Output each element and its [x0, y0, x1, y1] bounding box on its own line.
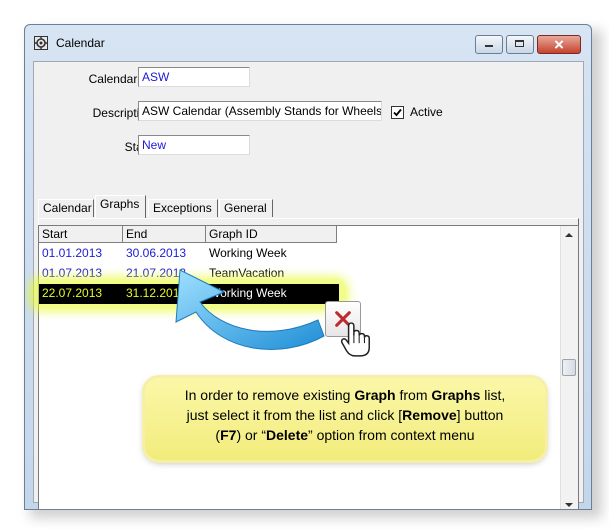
close-button[interactable]: [537, 35, 581, 54]
vertical-scrollbar[interactable]: [560, 226, 578, 509]
callout-bold-text: Graph: [354, 387, 396, 403]
maximize-icon: [515, 40, 524, 47]
minimize-icon: [485, 45, 493, 47]
graphs-grid[interactable]: Start End Graph ID 01.01.2013 30.06.2013…: [33, 225, 579, 509]
tab-general[interactable]: General: [219, 199, 273, 217]
instruction-callout: In order to remove existing Graph from G…: [145, 378, 545, 460]
callout-text: just select it from the list and click [: [186, 407, 403, 423]
column-header-graph-id[interactable]: Graph ID: [206, 226, 337, 243]
callout-line-1: In order to remove existing Graph from G…: [145, 385, 545, 405]
callout-bold-text: Delete: [266, 427, 309, 443]
tab-graphs[interactable]: Graphs: [95, 195, 146, 219]
cell-start: 22.07.2013: [42, 286, 103, 300]
callout-bold-text: Remove: [402, 407, 457, 423]
active-label: Active: [410, 105, 443, 119]
window-title: Calendar: [56, 36, 105, 50]
cell-end: 31.12.2013: [126, 286, 187, 300]
checkmark-icon: [393, 108, 402, 117]
callout-text: In order to remove existing: [184, 387, 355, 403]
scrollbar-thumb[interactable]: [562, 359, 576, 376]
scroll-down-icon[interactable]: [565, 503, 573, 507]
maximize-button[interactable]: [506, 35, 534, 54]
column-header-start[interactable]: Start: [39, 226, 123, 243]
table-row-selected[interactable]: 22.07.2013 31.12.2013 Working Week: [39, 284, 339, 304]
tab-calendar[interactable]: Calendar: [38, 199, 94, 217]
column-header-end[interactable]: End: [123, 226, 206, 243]
callout-text: ” option from context menu: [308, 427, 475, 443]
minimize-button[interactable]: [475, 35, 503, 54]
scroll-up-icon[interactable]: [565, 233, 573, 237]
title-bar[interactable]: Calendar: [25, 25, 591, 61]
tab-exceptions[interactable]: Exceptions: [148, 199, 218, 217]
hand-cursor-icon: [340, 322, 370, 357]
cell-end: 30.06.2013: [126, 246, 187, 260]
callout-text: from: [395, 387, 432, 403]
calendar-gear-icon: [34, 36, 48, 50]
callout-line-2: just select it from the list and click […: [145, 405, 545, 425]
table-row[interactable]: 01.01.2013 30.06.2013 Working Week: [39, 244, 339, 264]
description-field[interactable]: ASW Calendar (Assembly Stands for Wheels…: [138, 101, 382, 121]
close-icon: [554, 40, 564, 49]
callout-text: list,: [480, 387, 506, 403]
callout-text: ) or “: [236, 427, 266, 443]
active-checkbox[interactable]: [391, 106, 404, 119]
callout-line-3: (F7) or “Delete” option from context men…: [145, 425, 545, 445]
callout-bold-text: F7: [220, 427, 237, 443]
cell-graph-id: Working Week: [209, 246, 287, 260]
callout-bold-text: Graphs: [431, 387, 481, 403]
callout-text: ] button: [456, 407, 504, 423]
cell-graph-id: Working Week: [209, 286, 287, 300]
state-field[interactable]: New: [138, 135, 250, 155]
cell-start: 01.01.2013: [42, 246, 103, 260]
calendar-id-field[interactable]: ASW: [138, 67, 250, 87]
